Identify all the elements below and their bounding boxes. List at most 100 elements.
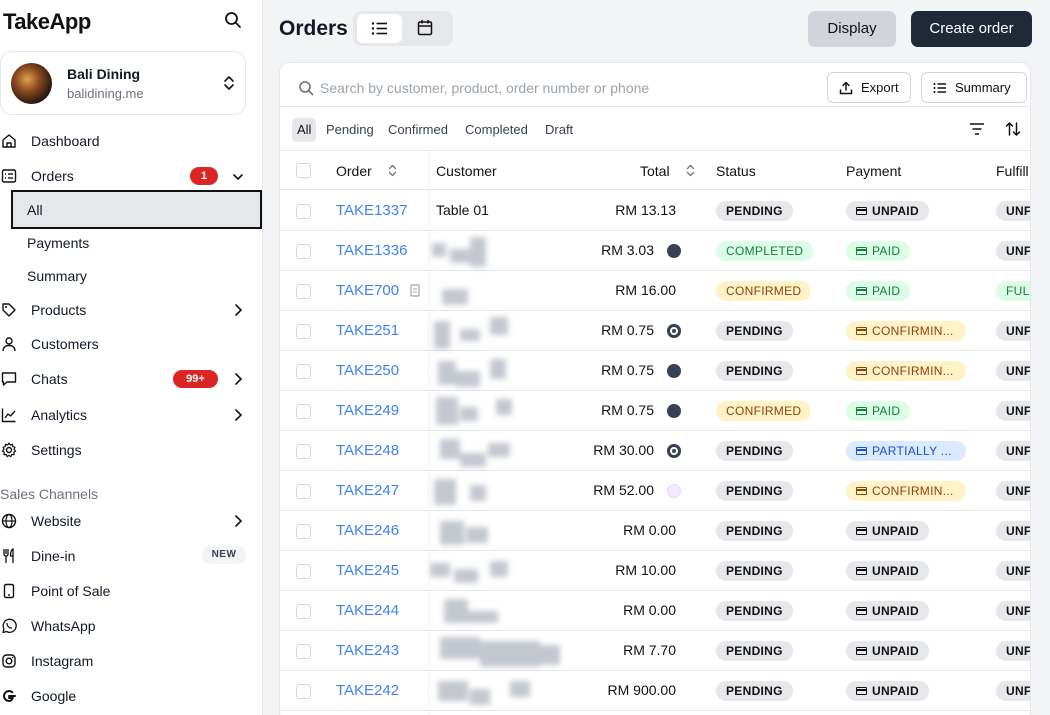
table-row[interactable]: TAKE251 RM 0.75 PENDING CONFIRMIN... UNF xyxy=(280,311,1030,351)
nav-whatsapp[interactable]: WhatsApp xyxy=(0,611,262,641)
sort-updown-icon[interactable] xyxy=(686,164,695,177)
order-number-link[interactable]: TAKE247 xyxy=(336,482,399,499)
table-row[interactable]: TAKE243 RM 7.70 PENDING UNPAID UNF xyxy=(280,631,1030,671)
row-checkbox[interactable] xyxy=(296,324,311,339)
order-number-link[interactable]: TAKE242 xyxy=(336,682,399,699)
export-button[interactable]: Export xyxy=(827,72,911,103)
filter-tab-pending[interactable]: Pending xyxy=(321,118,379,142)
order-number-link[interactable]: TAKE249 xyxy=(336,402,399,419)
sort-icon[interactable] xyxy=(1005,121,1021,137)
table-row[interactable]: TAKE249 RM 0.75 CONFIRMED PAID UNF xyxy=(280,391,1030,431)
row-checkbox[interactable] xyxy=(296,444,311,459)
main-content: Orders Display Create order Export Summa… xyxy=(263,0,1050,715)
col-total[interactable]: Total xyxy=(640,163,670,179)
status-badge: CONFIRMED xyxy=(716,401,812,421)
nav-chats[interactable]: Chats 99+ xyxy=(0,364,262,394)
subnav-payments[interactable]: Payments xyxy=(27,235,89,251)
fulfillment-badge: UNF xyxy=(996,481,1030,501)
order-number-link[interactable]: TAKE243 xyxy=(336,642,399,659)
filter-tab-all[interactable]: All xyxy=(292,118,317,142)
filter-icon[interactable] xyxy=(969,122,985,136)
status-badge: PENDING xyxy=(716,681,793,701)
row-checkbox[interactable] xyxy=(296,684,311,699)
table-row[interactable]: TAKE700 RM 16.00 CONFIRMED PAID FUL xyxy=(280,271,1030,311)
col-order[interactable]: Order xyxy=(336,163,372,179)
order-number-link[interactable]: TAKE250 xyxy=(336,362,399,379)
list-view-button[interactable] xyxy=(357,14,402,43)
store-switcher[interactable]: Bali Dining balidining.me xyxy=(0,51,246,115)
nav-website[interactable]: Website xyxy=(0,506,262,536)
payment-status-text: UNPAID xyxy=(872,604,919,618)
table-row[interactable]: TAKE246 RM 0.00 PENDING UNPAID UNF xyxy=(280,511,1030,551)
row-checkbox[interactable] xyxy=(296,204,311,219)
nav-google[interactable]: Google xyxy=(0,681,262,711)
credit-card-icon xyxy=(856,247,867,255)
nav-dashboard-label: Dashboard xyxy=(31,133,100,149)
row-checkbox[interactable] xyxy=(296,564,311,579)
row-checkbox[interactable] xyxy=(296,244,311,259)
row-checkbox[interactable] xyxy=(296,364,311,379)
table-row[interactable]: TAKE250 RM 0.75 PENDING CONFIRMIN... UNF xyxy=(280,351,1030,391)
nav-products[interactable]: Products xyxy=(0,295,262,325)
order-number-link[interactable]: TAKE1336 xyxy=(336,242,407,259)
nav-analytics[interactable]: Analytics xyxy=(0,400,262,430)
payment-badge: CONFIRMIN... xyxy=(846,481,966,501)
chevron-down-icon[interactable] xyxy=(232,170,244,184)
order-number-link[interactable]: TAKE246 xyxy=(336,522,399,539)
divider xyxy=(280,106,1030,107)
order-number-link[interactable]: TAKE251 xyxy=(336,322,399,339)
nav-customers[interactable]: Customers xyxy=(0,329,262,359)
status-badge: COMPLETED xyxy=(716,241,814,261)
subnav-all[interactable]: All xyxy=(27,202,43,218)
app-logo[interactable]: TakeApp xyxy=(3,9,91,35)
row-checkbox[interactable] xyxy=(296,644,311,659)
row-checkbox[interactable] xyxy=(296,404,311,419)
credit-card-icon xyxy=(856,647,867,655)
subnav-summary[interactable]: Summary xyxy=(27,268,87,284)
nav-orders[interactable]: Orders 1 xyxy=(0,161,262,191)
credit-card-icon xyxy=(856,487,867,495)
nav-customers-label: Customers xyxy=(31,336,99,352)
summary-button[interactable]: Summary xyxy=(921,72,1027,103)
search-icon[interactable] xyxy=(224,11,242,29)
display-button[interactable]: Display xyxy=(808,11,896,47)
row-checkbox[interactable] xyxy=(296,284,311,299)
order-number-link[interactable]: TAKE244 xyxy=(336,602,399,619)
order-number-link[interactable]: TAKE700 xyxy=(336,282,399,299)
table-row[interactable]: TAKE1337 Table 01 RM 13.13 PENDING UNPAID UNF xyxy=(280,191,1030,231)
customer-name-redacted xyxy=(430,275,580,307)
nav-instagram-label: Instagram xyxy=(31,653,94,669)
table-row[interactable]: TAKE248 RM 30.00 PENDING PARTIALLY ... UNF xyxy=(280,431,1030,471)
order-number-link[interactable]: TAKE1337 xyxy=(336,202,407,219)
table-row[interactable]: TAKE244 RM 0.00 PENDING UNPAID UNF xyxy=(280,591,1030,631)
filter-tab-confirmed[interactable]: Confirmed xyxy=(383,118,453,142)
list-icon xyxy=(371,22,387,35)
filter-tab-draft[interactable]: Draft xyxy=(540,118,578,142)
filter-tab-completed[interactable]: Completed xyxy=(460,118,533,142)
order-search-input[interactable] xyxy=(320,77,820,99)
status-badge: PENDING xyxy=(716,361,793,381)
row-checkbox[interactable] xyxy=(296,524,311,539)
table-row[interactable]: TAKE247 RM 52.00 PENDING CONFIRMIN... UNF xyxy=(280,471,1030,511)
nav-settings[interactable]: Settings xyxy=(0,435,262,465)
nav-point-of-sale[interactable]: Point of Sale xyxy=(0,576,262,606)
order-number-link[interactable]: TAKE248 xyxy=(336,442,399,459)
orders-list-icon xyxy=(1,169,17,183)
row-checkbox[interactable] xyxy=(296,604,311,619)
row-checkbox[interactable] xyxy=(296,484,311,499)
payment-status-text: PAID xyxy=(872,244,901,258)
create-order-button[interactable]: Create order xyxy=(911,11,1032,47)
user-icon xyxy=(2,337,16,352)
export-label: Export xyxy=(861,80,899,95)
table-row[interactable]: TAKE242 RM 900.00 PENDING UNPAID UNF xyxy=(280,671,1030,711)
order-number-link[interactable]: TAKE245 xyxy=(336,562,399,579)
credit-card-icon xyxy=(856,527,867,535)
table-row[interactable]: TAKE245 RM 10.00 PENDING UNPAID UNF xyxy=(280,551,1030,591)
select-all-checkbox[interactable] xyxy=(296,163,311,178)
sort-updown-icon[interactable] xyxy=(388,164,397,177)
table-row[interactable]: TAKE1336 RM 3.03 COMPLETED PAID UNF xyxy=(280,231,1030,271)
order-total: RM 3.03 xyxy=(601,242,654,258)
subnav-all-active[interactable] xyxy=(11,190,262,229)
nav-dashboard[interactable]: Dashboard xyxy=(0,126,262,156)
nav-instagram[interactable]: Instagram xyxy=(0,646,262,676)
